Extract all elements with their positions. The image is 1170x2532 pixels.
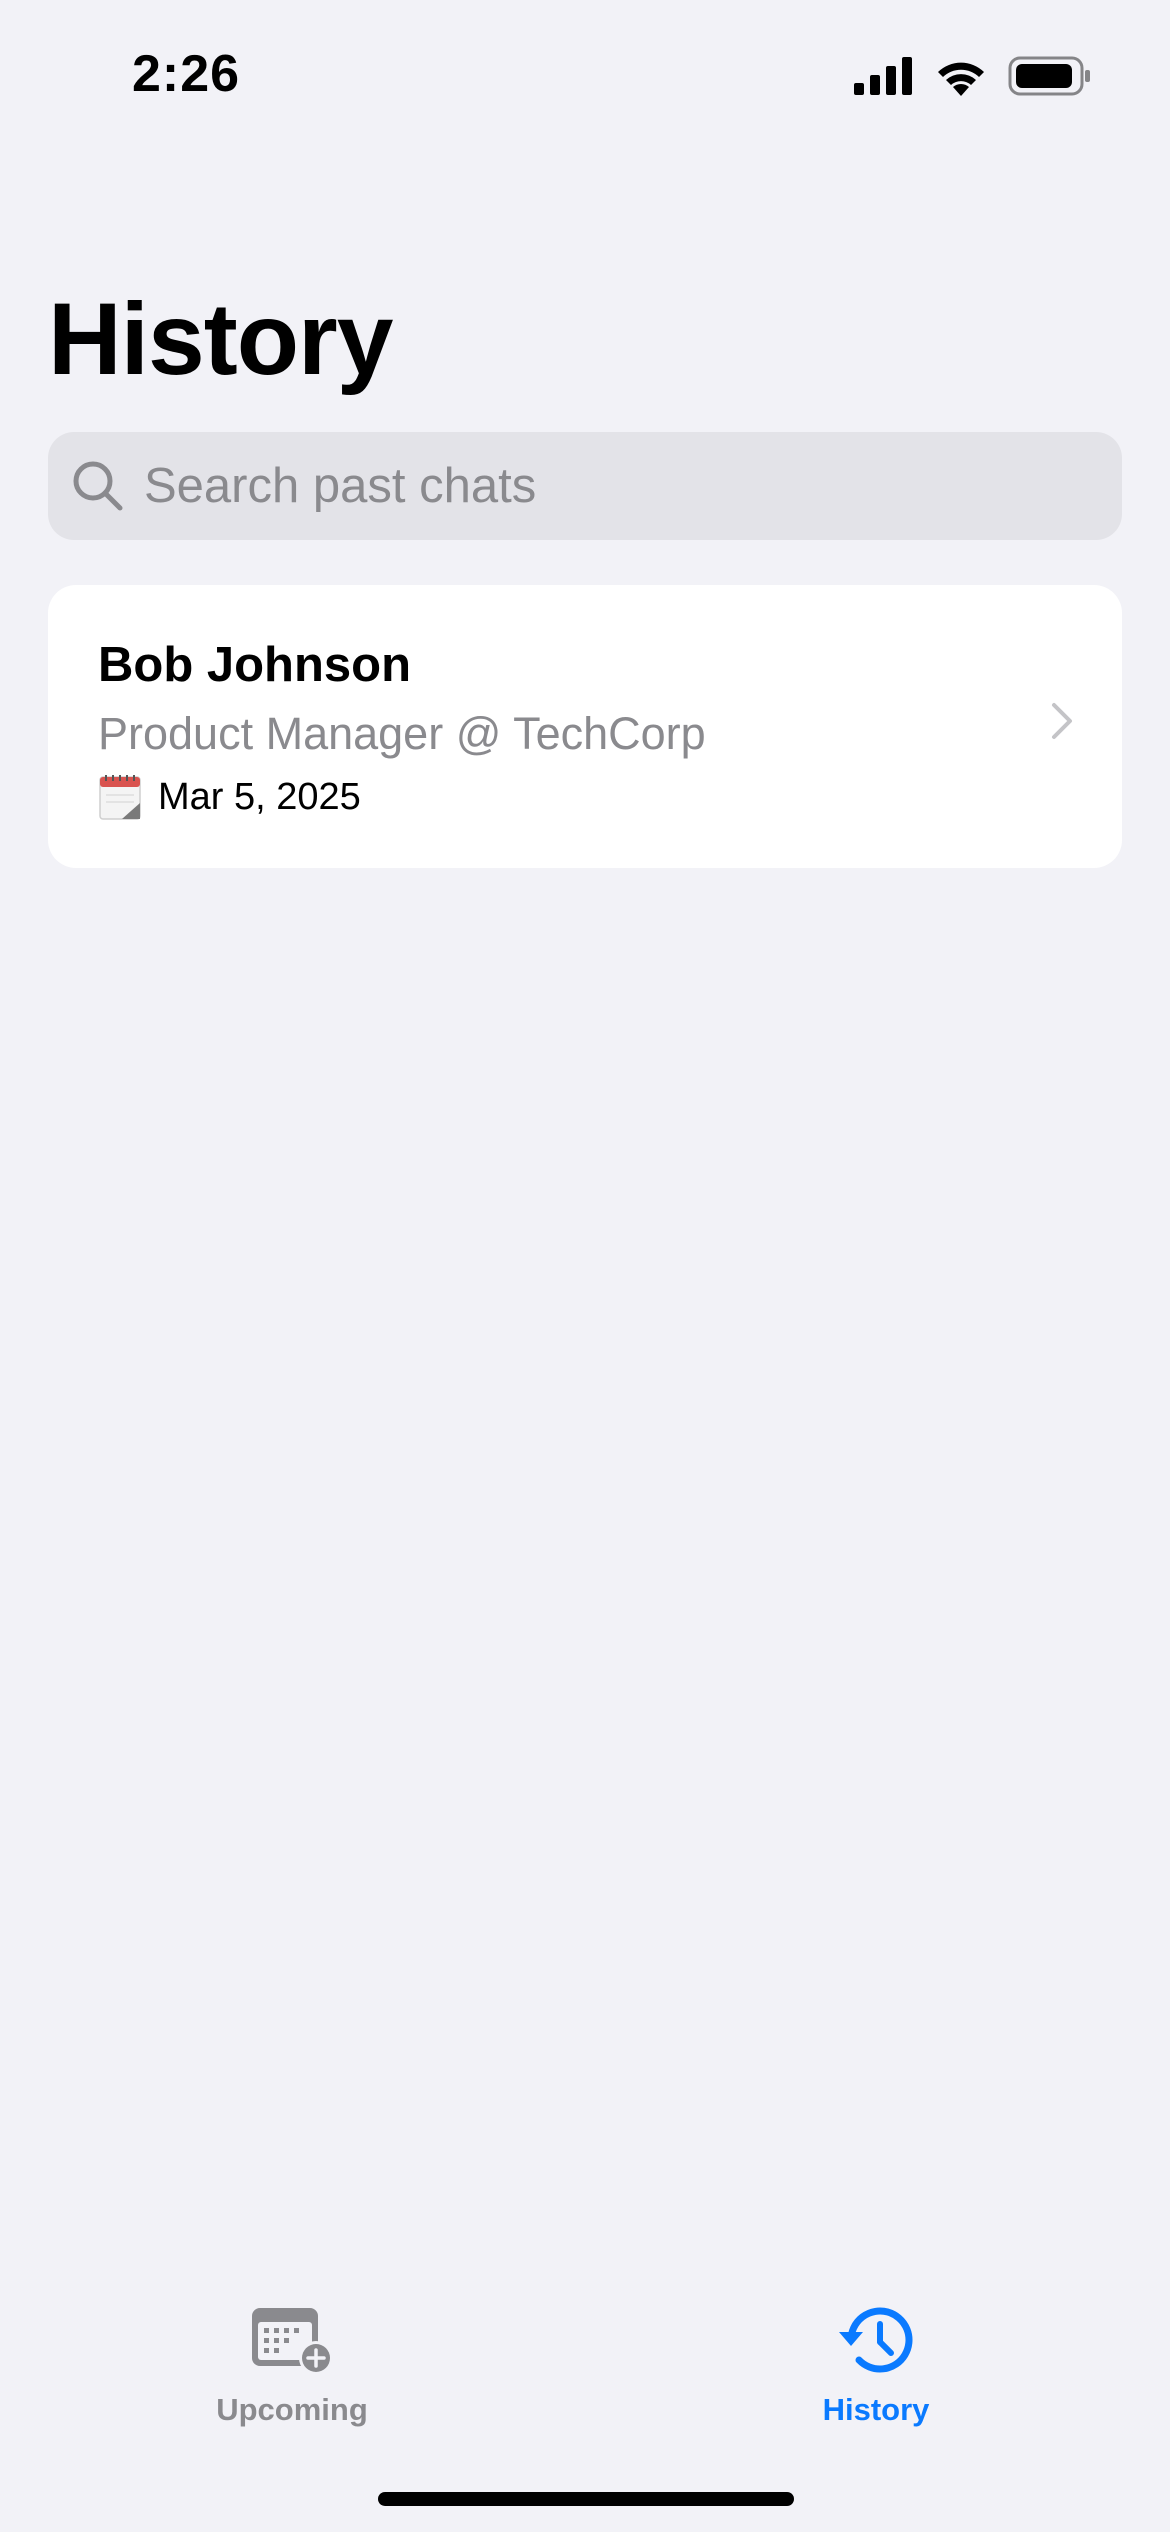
tab-history[interactable]: History (726, 2300, 1026, 2428)
tab-upcoming-label: Upcoming (216, 2392, 368, 2427)
contact-role: Product Manager @ TechCorp (98, 708, 706, 759)
page-title: History (48, 282, 393, 396)
home-indicator[interactable] (378, 2492, 794, 2506)
status-icons (854, 56, 1092, 96)
contact-name: Bob Johnson (98, 638, 412, 692)
battery-icon (1008, 56, 1090, 96)
calendar-icon (99, 775, 141, 820)
history-item-card[interactable]: Bob Johnson Product Manager @ TechCorp M… (48, 585, 1122, 868)
status-bar: 2:26 (0, 0, 1170, 150)
chat-date-row: Mar 5, 2025 (98, 773, 361, 821)
calendar-add-icon (247, 2300, 337, 2380)
tab-upcoming[interactable]: Upcoming (142, 2300, 442, 2428)
tab-history-label: History (822, 2392, 930, 2427)
search-bar[interactable] (48, 432, 1122, 540)
search-icon (70, 458, 126, 514)
history-clock-icon (831, 2300, 921, 2380)
wifi-icon (938, 62, 984, 96)
status-time: 2:26 (132, 45, 241, 103)
chevron-right-icon (1052, 703, 1072, 739)
cellular-signal-icon (854, 57, 912, 95)
chat-date: Mar 5, 2025 (158, 775, 361, 818)
search-input[interactable] (144, 458, 1064, 514)
